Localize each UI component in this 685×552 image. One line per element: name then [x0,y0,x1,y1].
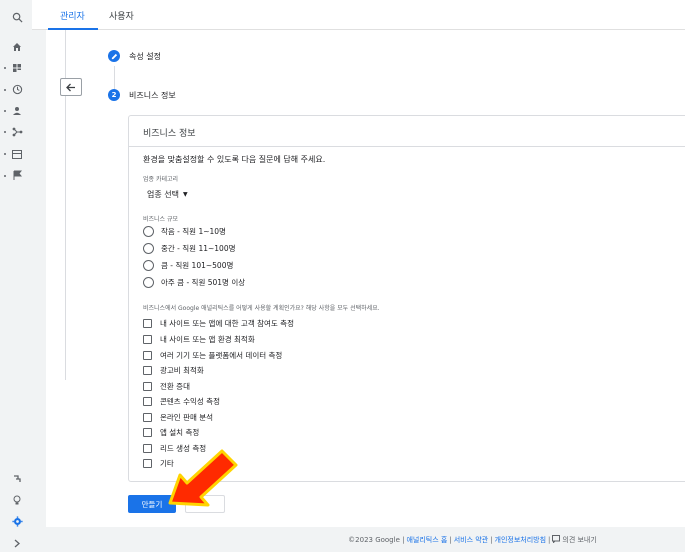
size-option[interactable]: 작음 - 직원 1~10명 [143,226,226,237]
step-label: 비즈니스 정보 [129,90,176,100]
footer-link-feedback[interactable]: 의견 보내기 [562,535,596,545]
back-button[interactable] [60,78,82,96]
usage-option[interactable]: 전환 증대 [143,381,190,392]
usage-option[interactable]: 여러 기기 또는 플랫폼에서 데이터 측정 [143,350,282,361]
usage-label: 비즈니스에서 Google 애널리틱스를 어떻게 사용할 계획인가요? 해당 사… [143,305,380,312]
category-label: 업종 카테고리 [143,176,179,183]
card-title: 비즈니스 정보 [143,129,196,139]
footer-separator: | [490,535,493,544]
nav-dot [4,175,6,177]
checkbox[interactable] [143,351,152,360]
checkbox-label: 앱 설치 측정 [160,428,200,437]
radio-label: 중간 - 직원 11~100명 [161,244,236,253]
intro-text: 환경을 맞춤설정할 수 있도록 다음 질문에 답해 주세요. [143,155,326,164]
checkbox[interactable] [143,428,152,437]
footer-link-terms[interactable]: 서비스 약관 [454,535,488,545]
caret-down-icon: ▼ [182,191,188,198]
nav-dot [4,131,6,133]
checkbox[interactable] [143,444,152,453]
size-option[interactable]: 중간 - 직원 11~100명 [143,243,236,254]
search-icon[interactable] [10,10,24,24]
table-icon[interactable] [10,147,24,161]
size-option[interactable]: 아주 큼 - 직원 501명 이상 [143,277,245,288]
settings-icon[interactable] [10,514,24,528]
flag-icon[interactable] [10,168,24,182]
checkbox-label: 내 사이트 또는 앱 환경 최적화 [160,335,255,344]
category-select[interactable]: 업종 선택 ▼ [147,189,188,200]
step-connector [114,66,115,90]
tab-admin[interactable]: 관리자 [60,9,85,22]
usage-option[interactable]: 내 사이트 또는 앱에 대한 고객 참여도 측정 [143,318,294,329]
checkbox[interactable] [143,397,152,406]
audience-icon[interactable] [10,104,24,118]
business-info-card: 비즈니스 정보 환경을 맞춤설정할 수 있도록 다음 질문에 답해 주세요. 업… [128,115,685,482]
size-option[interactable]: 큼 - 직원 101~500명 [143,260,233,271]
radio-button[interactable] [143,277,154,288]
home-icon[interactable] [10,40,24,54]
divider [129,146,685,147]
checkbox[interactable] [143,382,152,391]
pointer-arrow-icon [168,449,238,507]
footer-separator: | [449,535,452,544]
checkbox[interactable] [143,366,152,375]
usage-option[interactable]: 앱 설치 측정 [143,427,199,438]
checkbox[interactable] [143,319,152,328]
checkbox[interactable] [143,459,152,468]
connector-icon[interactable] [10,472,24,486]
step-label: 속성 설정 [129,51,161,61]
arrow-back-icon [66,83,75,91]
integration-icon[interactable] [10,125,24,139]
step-business-info: 2 비즈니스 정보 [108,89,176,101]
app-root: 관리자 사용자 속성 설정 2 비즈니스 정보 비즈니스 정보 환경을 맞춤설정… [0,0,685,552]
reports-icon[interactable] [10,61,24,75]
nav-dot [4,110,6,112]
main-content: 속성 설정 2 비즈니스 정보 비즈니스 정보 환경을 맞춤설정할 수 있도록 … [46,30,685,527]
size-label: 비즈니스 규모 [143,216,179,223]
checkbox-label: 콘텐츠 수익성 측정 [160,397,220,406]
radio-label: 아주 큼 - 직원 501명 이상 [161,278,246,287]
explore-icon[interactable] [10,82,24,96]
category-select-value: 업종 선택 [147,190,179,199]
radio-label: 큼 - 직원 101~500명 [161,261,234,270]
nav-dot [4,89,6,91]
checkbox[interactable] [143,413,152,422]
expand-icon[interactable] [10,536,24,550]
nav-rail [0,0,32,552]
radio-button[interactable] [143,260,154,271]
footer-separator: | [548,535,551,544]
checkbox-label: 여러 기기 또는 플랫폼에서 데이터 측정 [160,351,283,360]
footer-link-home[interactable]: 애널리틱스 홈 [406,535,447,545]
footer-link-privacy[interactable]: 개인정보처리방침 [495,535,547,545]
checkbox-label: 광고비 최적화 [160,366,204,375]
copyright: ©2023 Google | [348,535,405,544]
lightbulb-icon[interactable] [10,493,24,507]
nav-dot [4,67,6,69]
top-tab-bar: 관리자 사용자 [32,0,685,30]
checkbox-label: 전환 증대 [160,382,190,391]
checkbox[interactable] [143,335,152,344]
checkbox-label: 내 사이트 또는 앱에 대한 고객 참여도 측정 [160,319,294,328]
usage-option[interactable]: 내 사이트 또는 앱 환경 최적화 [143,334,255,345]
step-property-setup[interactable]: 속성 설정 [108,50,161,62]
checkbox-label: 온라인 판매 분석 [160,413,214,422]
footer: ©2023 Google | 애널리틱스 홈 | 서비스 약관 | 개인정보처리… [32,527,685,552]
radio-button[interactable] [143,243,154,254]
feedback-icon[interactable] [552,534,561,545]
tab-user[interactable]: 사용자 [109,9,134,22]
usage-option[interactable]: 광고비 최적화 [143,365,204,376]
usage-option[interactable]: 콘텐츠 수익성 측정 [143,396,220,407]
radio-label: 작음 - 직원 1~10명 [161,227,226,236]
nav-dot [4,153,6,155]
step-number-badge: 2 [108,89,120,101]
usage-option[interactable]: 온라인 판매 분석 [143,412,213,423]
radio-button[interactable] [143,226,154,237]
edit-icon [108,50,120,62]
